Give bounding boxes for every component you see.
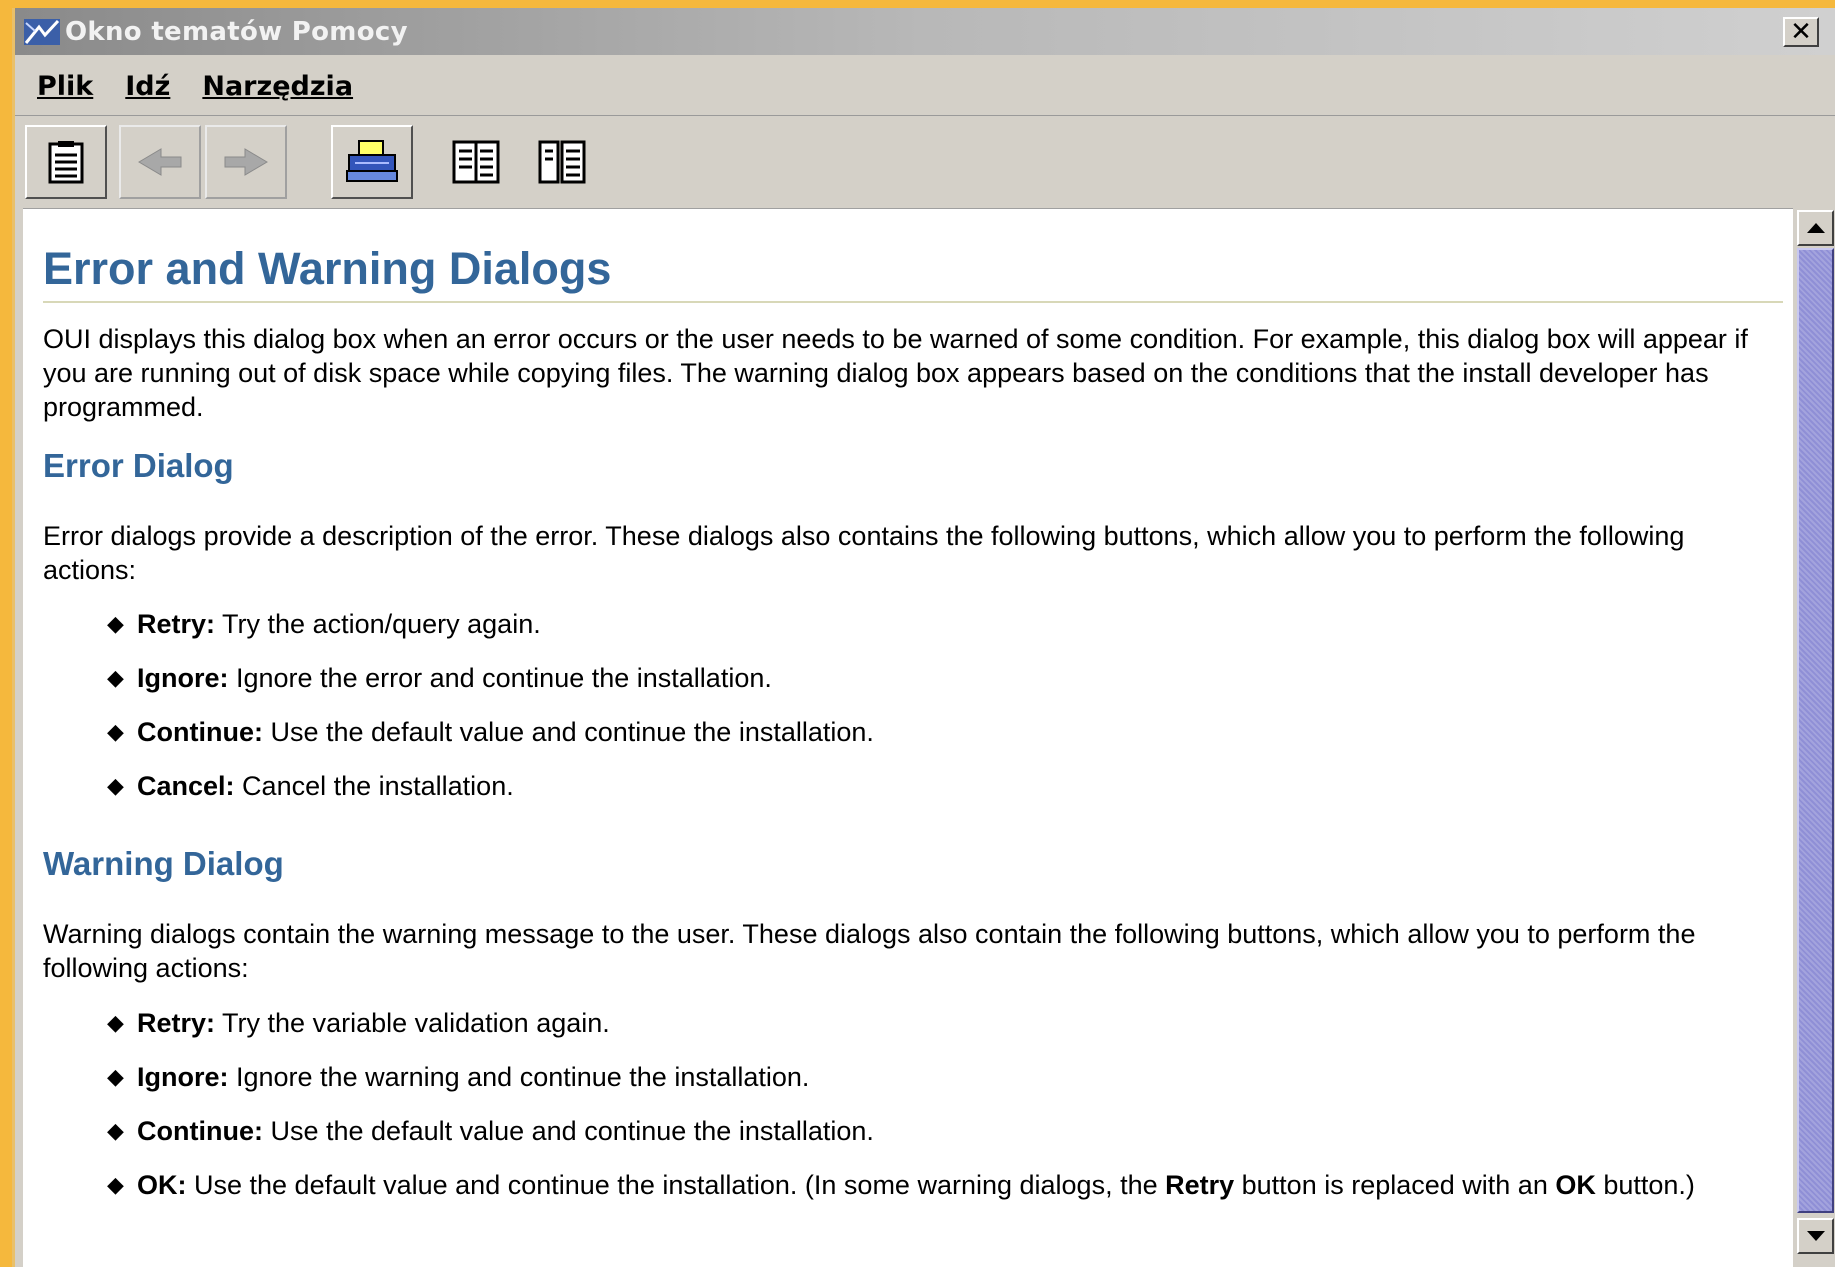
inline-bold: Retry [1165,1170,1235,1200]
item-text: button.) [1595,1170,1695,1200]
scroll-up-button[interactable] [1797,210,1834,246]
toolbar [15,116,1835,206]
list-item: ◆ Retry: Try the action/query again. [105,607,1745,641]
menu-tools[interactable]: Narzędzia [202,71,353,102]
page-title: Error and Warning Dialogs [43,243,1783,303]
bullet-icon: ◆ [107,719,124,744]
help-content-pane[interactable]: Error and Warning Dialogs OUI displays t… [23,208,1793,1267]
item-text: Ignore the warning and continue the inst… [228,1062,810,1092]
vertical-scrollbar[interactable] [1793,208,1835,1267]
item-term: Retry: [137,1008,216,1038]
item-text: Cancel the installation. [234,771,514,801]
back-button[interactable] [119,125,201,199]
split-view-icon [452,140,500,184]
print-icon [346,140,398,182]
item-term: Continue: [137,717,263,747]
scroll-down-button[interactable] [1797,1218,1834,1254]
item-term: Ignore: [137,663,229,693]
bullet-icon: ◆ [107,1010,124,1035]
toc-button[interactable] [25,125,107,199]
bullet-icon: ◆ [107,1172,124,1197]
warning-dialog-heading: Warning Dialog [43,845,284,882]
back-arrow-icon [138,148,182,176]
menu-go-label: Idź [125,71,171,102]
arrow-down-icon [1806,1231,1825,1241]
item-term: OK: [137,1170,187,1200]
help-window: Okno tematów Pomocy ✕ Plik Idź Narzędzia [12,8,1835,1267]
list-item: ◆ Ignore: Ignore the error and continue t… [105,661,1745,695]
print-button[interactable] [331,125,413,199]
menu-file-label: Plik [37,71,94,102]
bullet-icon: ◆ [107,611,124,636]
error-intro-paragraph: Error dialogs provide a description of t… [43,521,1685,585]
split-view-button[interactable] [435,125,517,199]
contents-icon [48,141,84,184]
scroll-thumb[interactable] [1797,248,1834,1213]
item-text: Ignore the error and continue the instal… [228,663,772,693]
list-item: ◆ OK: Use the default value and continue … [105,1168,1745,1202]
item-text: button is replaced with an [1234,1170,1556,1200]
inline-bold: OK [1555,1170,1596,1200]
item-text: Use the default value and continue the i… [262,1116,874,1146]
list-item: ◆ Cancel: Cancel the installation. [105,769,1745,803]
bullet-icon: ◆ [107,665,124,690]
list-item: ◆ Continue: Use the default value and con… [105,715,1745,749]
bullet-icon: ◆ [107,1118,124,1143]
menu-file[interactable]: Plik [37,71,93,102]
title-bar[interactable]: Okno tematów Pomocy ✕ [15,8,1835,55]
warning-intro-paragraph: Warning dialogs contain the warning mess… [43,919,1696,983]
close-button[interactable]: ✕ [1783,17,1819,47]
menu-go[interactable]: Idź [125,71,170,102]
window-title: Okno tematów Pomocy [65,16,408,47]
item-text: Try the variable validation again. [215,1008,610,1038]
warning-buttons-list: ◆ Retry: Try the variable validation agai… [105,1006,1745,1222]
list-item: ◆ Continue: Use the default value and con… [105,1114,1745,1148]
item-term: Cancel: [137,771,235,801]
menu-tools-label: Narzędzia [202,71,354,102]
list-item: ◆ Ignore: Ignore the warning and continue… [105,1060,1745,1094]
intro-paragraph: OUI displays this dialog box when an err… [43,324,1748,422]
error-dialog-heading: Error Dialog [43,447,234,484]
item-term: Ignore: [137,1062,229,1092]
bullet-icon: ◆ [107,773,124,798]
list-item: ◆ Retry: Try the variable validation agai… [105,1006,1745,1040]
item-term: Retry: [137,609,216,639]
java-app-icon [23,15,63,49]
dual-pane-button[interactable] [521,125,603,199]
menu-bar: Plik Idź Narzędzia [15,58,1835,116]
error-buttons-list: ◆ Retry: Try the action/query again. ◆ Ign… [105,607,1745,823]
forward-button[interactable] [205,125,287,199]
dual-pane-icon [538,140,586,184]
forward-arrow-icon [224,148,268,176]
arrow-up-icon [1806,223,1825,233]
item-term: Continue: [137,1116,263,1146]
item-text: Use the default value and continue the i… [186,1170,1166,1200]
item-text: Use the default value and continue the i… [262,717,874,747]
bullet-icon: ◆ [107,1064,124,1089]
item-text: Try the action/query again. [215,609,541,639]
